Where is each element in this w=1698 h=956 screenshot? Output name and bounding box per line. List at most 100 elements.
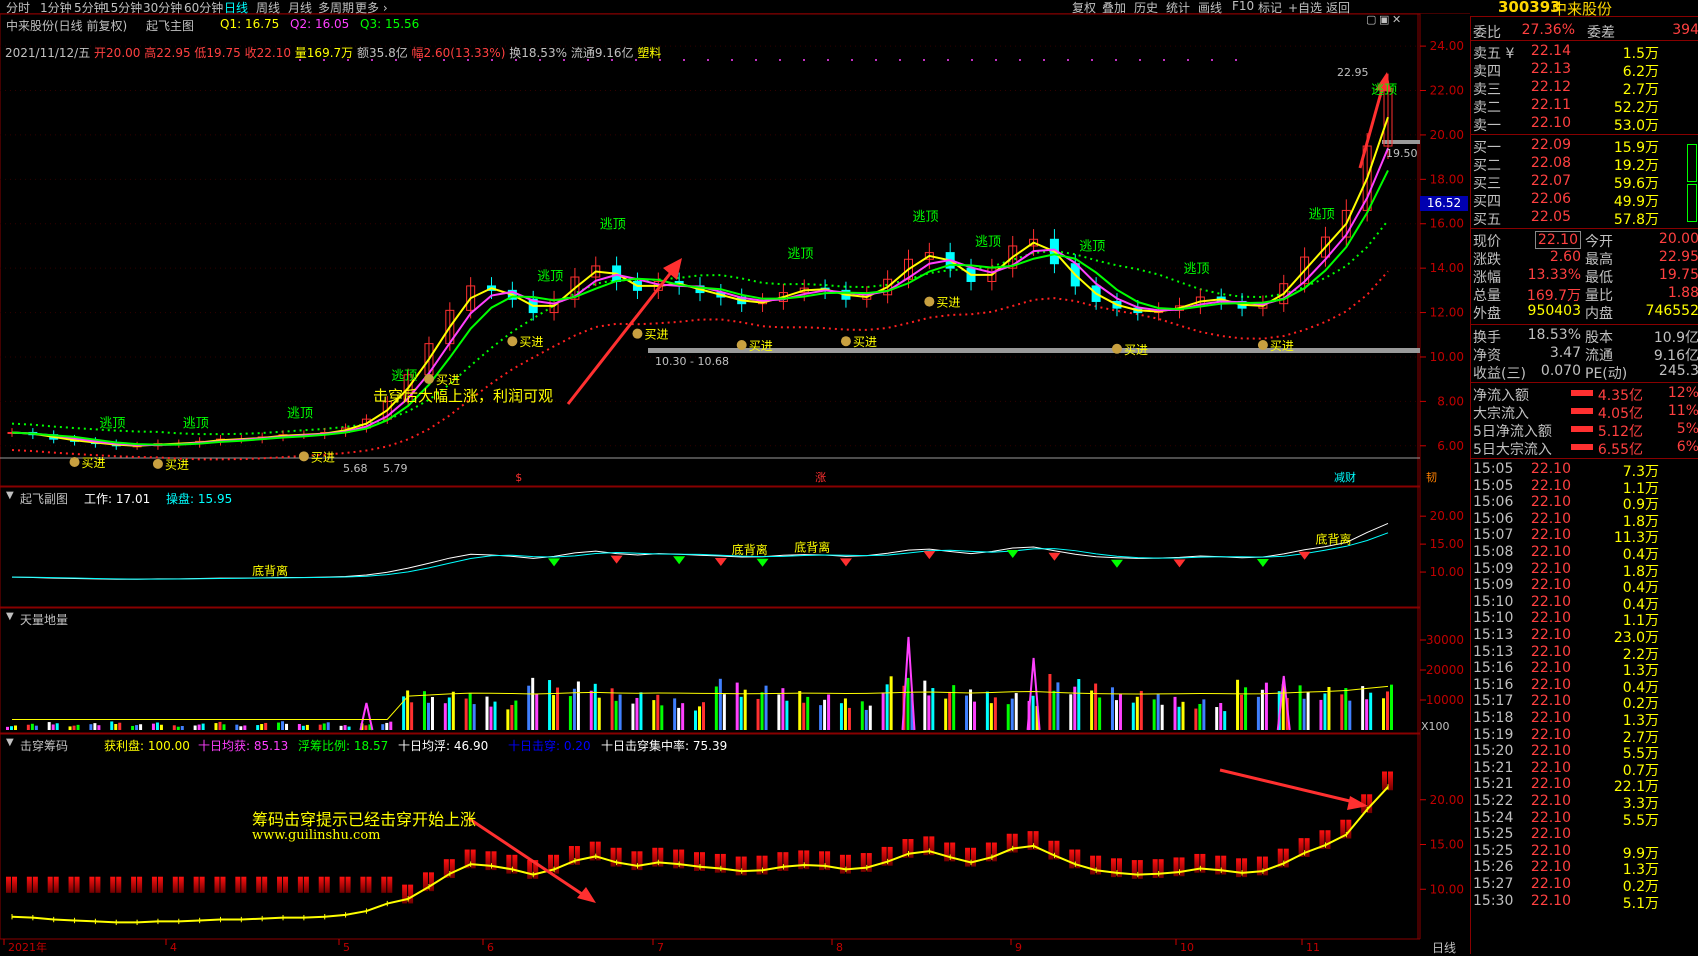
ohlc-sector[interactable]: 塑料 [637, 46, 661, 60]
quote-row-3: 总量 169.7万 量比 1.88 [1471, 285, 1698, 304]
bid-vol-2: 59.6万 [1613, 176, 1659, 192]
x-label-2: 5 [343, 941, 350, 954]
volume-bar-24-2 [514, 700, 518, 730]
buy-coin-4 [507, 336, 518, 347]
tick-row-11: 15:13 22.10 2.2万 [1471, 644, 1698, 663]
scroll-handle-0[interactable] [1687, 144, 1697, 182]
chip-bar-16-1 [345, 876, 351, 893]
x-label-1: 4 [170, 941, 177, 954]
volume-bar-27-1 [572, 688, 576, 730]
volume-bar-38-0 [798, 691, 802, 730]
chip-bar-19-1 [408, 884, 414, 904]
volume-bar-47-1 [989, 703, 993, 730]
chip-bar-18-0 [381, 876, 387, 893]
quote-value-b-2: 19.75 [1658, 267, 1698, 283]
volume-bar-9-0 [193, 725, 197, 730]
trading-terminal: 分时 1分钟 5分钟 15分钟 30分钟 60分钟 日线 周线 月线 多周期 更多 › 复权 叠加 历史统… [0, 0, 1698, 955]
resistance-label: 19.50 [1386, 147, 1418, 160]
volume-bar-20-2 [430, 697, 434, 730]
volume-bar-10-1 [218, 721, 222, 730]
volume-bar-49-1 [1031, 695, 1035, 730]
top-signal-4: 逃顶 [537, 270, 563, 285]
chip-bar-46-1 [971, 847, 977, 867]
ohlc-low: 低19.75 [194, 46, 241, 60]
volume-bar-30-1 [635, 697, 639, 730]
volume-bar-29-1 [614, 700, 618, 730]
close-icon[interactable]: ✕ [1392, 13, 1401, 26]
scroll-handle-1[interactable] [1687, 184, 1697, 222]
fund-label-a-1: 净资 [1473, 348, 1501, 364]
volume-bar-39-2 [827, 694, 831, 730]
tick-time-15: 15:18 [1473, 710, 1514, 726]
high-price-label: 22.95 [1337, 66, 1369, 79]
sub2-axis-1: 20000 [1426, 663, 1464, 677]
volume-bar-18-2 [389, 721, 393, 730]
tick-row-18: 15:21 22.10 0.7万 [1471, 760, 1698, 779]
quote-label-a-4: 外盘 [1473, 306, 1501, 322]
chip-bar-42-1 [887, 846, 893, 866]
fund-label-a-2: 收益(三) [1473, 366, 1526, 382]
tick-price-17: 22.10 [1530, 743, 1571, 760]
flow-bar-1 [1571, 408, 1593, 414]
chip-bar-55-0 [1152, 859, 1158, 878]
volume-bar-31-1 [656, 694, 660, 730]
chip-bar-1-1 [32, 876, 38, 893]
ask-price-4: 22.10 [1530, 115, 1571, 131]
volume-bar-34-1 [718, 678, 722, 730]
period-label[interactable]: 日线 [1420, 939, 1468, 955]
sub1-header: ▼ 起飞副图 工作: 17.01 操盘: 15.95 [6, 490, 233, 506]
sub3-conc10: 十日击穿集中率: 75.39 [601, 739, 728, 753]
chip-bar-0-0 [6, 876, 11, 893]
volume-bar-36-0 [756, 698, 760, 730]
tick-time-2: 15:06 [1473, 494, 1514, 511]
chip-bar-58-0 [1215, 855, 1221, 875]
tick-time-7: 15:09 [1473, 577, 1514, 594]
volume-bar-25-1 [531, 677, 535, 730]
ask-vol-0: 1.5万 [1622, 46, 1659, 62]
sub1-gem-12 [1298, 551, 1311, 560]
chip-arrow-head-1 [577, 887, 596, 903]
volume-bar-10-2 [222, 724, 226, 730]
volume-bar-53-2 [1118, 693, 1122, 730]
volume-bar-13-0 [277, 722, 281, 730]
volume-bar-5-1 [114, 724, 118, 730]
volume-bar-36-1 [760, 692, 764, 730]
volume-bar-64-2 [1348, 700, 1352, 730]
chip-bar-12-0 [256, 876, 262, 893]
ask-price-0: 22.14 [1530, 43, 1571, 59]
current-price-tag: 16.52 [1420, 196, 1468, 211]
bid-label-0: 买一 [1473, 140, 1501, 156]
chip-bar-43-1 [908, 839, 914, 858]
volume-bar-35-2 [743, 689, 747, 730]
buy-coin-0 [69, 457, 80, 468]
tick-price-0: 22.10 [1530, 461, 1571, 477]
volume-bar-25-2 [535, 693, 539, 730]
tick-time-23: 15:25 [1473, 842, 1514, 859]
marker-dot-20 [779, 59, 781, 61]
volume-bar-12-0 [256, 725, 260, 730]
ohlc-high: 高22.95 [144, 46, 191, 60]
chip-bar-54-0 [1131, 860, 1137, 879]
volume-bar-3-0 [68, 726, 72, 730]
tick-row-0: 15:05 22.10 7.3万 [1471, 461, 1698, 480]
buy-signal-0: 买进 [82, 456, 106, 470]
volume-bar-56-1 [1177, 706, 1181, 730]
quote-label-a-2: 涨幅 [1473, 270, 1501, 286]
chip-bar-4-1 [95, 876, 101, 893]
sub1-gem-1 [610, 555, 623, 564]
top-signal-0: 逃顶 [99, 416, 125, 431]
chip-bar-17-1 [366, 876, 372, 893]
volume-bar-30-2 [639, 692, 643, 730]
volume-bar-40-2 [847, 707, 851, 730]
sub3-avg10: 十日均获: 85.13 [198, 739, 289, 753]
ask-row-3: 卖二 22.11 52.2万 [1471, 97, 1698, 116]
volume-bar-25-0 [527, 685, 531, 730]
maximize-icon[interactable]: ▣ [1379, 13, 1389, 26]
chip-bar-41-1 [866, 853, 872, 872]
restore-icon[interactable]: ▢ [1366, 13, 1376, 26]
volume-bar-8-1 [176, 726, 180, 730]
stock-title-bar: 300393 中来股份 [1470, 0, 1698, 18]
chip-bar-61-1 [1283, 848, 1289, 868]
chip-bar-7-0 [151, 876, 157, 893]
chip-bar-20-1 [428, 872, 434, 892]
